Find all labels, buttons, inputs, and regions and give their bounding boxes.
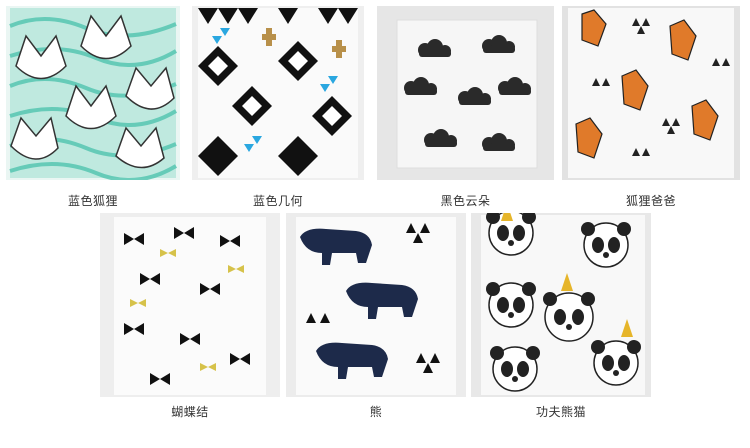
product-grid: 蓝色狐狸 蓝色几何 黑色云朵 狐狸爸爸 蝴蝶结 熊 功夫熊猫	[0, 0, 750, 448]
product-card-geometric[interactable]: 蓝色几何	[192, 6, 364, 210]
product-photo-panda[interactable]	[471, 213, 651, 397]
product-name: 功夫熊猫	[535, 405, 586, 419]
product-photo-orange-fox[interactable]	[562, 6, 740, 180]
product-name: 熊	[369, 405, 383, 419]
product-card-orange-fox[interactable]: 狐狸爸爸	[562, 6, 740, 210]
product-photo-clouds[interactable]	[377, 6, 554, 180]
product-card-bear[interactable]: 熊	[286, 213, 466, 425]
product-photo-bear[interactable]	[286, 213, 466, 397]
product-card-clouds[interactable]: 黑色云朵	[377, 6, 554, 210]
product-photo-bow-ties[interactable]	[100, 213, 280, 397]
product-name: 蓝色几何	[252, 194, 303, 208]
product-photo-teal-fox[interactable]	[6, 6, 180, 180]
product-photo-geometric[interactable]	[192, 6, 364, 180]
product-card-bow-ties[interactable]: 蝴蝶结	[100, 213, 280, 425]
product-name: 黑色云朵	[440, 194, 491, 208]
product-name: 狐狸爸爸	[625, 194, 676, 208]
product-name: 蓝色狐狸	[67, 194, 118, 208]
product-card-panda[interactable]: 功夫熊猫	[471, 213, 651, 425]
product-name: 蝴蝶结	[171, 405, 209, 419]
product-card-teal-fox[interactable]: 蓝色狐狸	[6, 6, 180, 210]
